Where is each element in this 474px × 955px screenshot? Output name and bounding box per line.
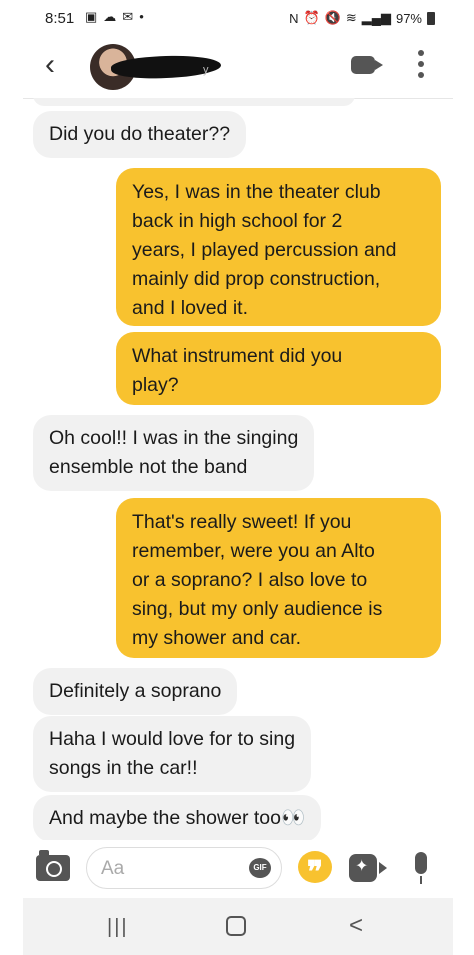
message-bubble-outgoing[interactable]: Yes, I was in the theater club back in h…: [116, 168, 441, 326]
mute-icon: 🔇: [324, 10, 341, 25]
cloud-icon: ☁: [103, 9, 117, 24]
message-bubble-incoming[interactable]: And maybe the shower too👀: [33, 795, 322, 840]
mail-icon: ✉: [122, 9, 134, 24]
alarm-icon: ⏰: [303, 10, 320, 25]
chevron-left-icon[interactable]: ‹: [45, 50, 55, 80]
kebab-menu-icon[interactable]: [418, 50, 424, 78]
wifi-icon: ≋: [345, 10, 357, 25]
quote-icon[interactable]: ❞: [298, 851, 332, 889]
message-composer: Aa GIF ❞: [23, 840, 453, 898]
message-list[interactable]: Did you do theater?? Yes, I was in the t…: [23, 98, 453, 840]
message-bubble-outgoing[interactable]: That's really sweet! If you remember, we…: [116, 498, 441, 658]
recent-apps-icon[interactable]: |||: [107, 916, 129, 939]
camera-icon[interactable]: [36, 850, 70, 881]
chat-header: ‹ y: [23, 36, 453, 99]
signal-icon: ▂▄▆: [361, 10, 391, 25]
message-bubble-outgoing[interactable]: What instrument did you play?: [116, 332, 441, 405]
status-bar: 8:51 ▣ ☁ ✉ • N ⏰ 🔇 ≋ ▂▄▆ 97%: [23, 0, 453, 36]
battery-level: 97%: [395, 10, 422, 26]
status-time: 8:51: [45, 10, 75, 27]
phone-screen: 8:51 ▣ ☁ ✉ • N ⏰ 🔇 ≋ ▂▄▆ 97% ‹ y Did you…: [23, 0, 453, 955]
nfc-icon: N: [289, 10, 299, 26]
dot-icon: •: [139, 9, 144, 24]
gif-icon[interactable]: GIF: [249, 858, 271, 878]
nav-back-icon[interactable]: <: [349, 912, 363, 940]
message-bubble-incoming[interactable]: Did you do theater??: [33, 111, 247, 158]
contact-name-visible-fragment: y: [203, 64, 209, 76]
system-nav-bar: ||| <: [23, 898, 453, 955]
gallery-icon: ▣: [85, 9, 98, 24]
message-input[interactable]: Aa GIF: [86, 847, 282, 889]
message-input-placeholder: Aa: [101, 858, 125, 879]
message-bubble-incoming[interactable]: Haha I would love for to sing songs in t…: [33, 716, 312, 792]
microphone-icon[interactable]: [415, 852, 427, 884]
message-bubble-incoming[interactable]: Oh cool!! I was in the singing ensemble …: [33, 415, 315, 491]
game-icon[interactable]: [349, 854, 387, 882]
home-icon[interactable]: [226, 916, 246, 936]
message-bubble-incoming[interactable]: Definitely a soprano: [33, 668, 238, 715]
battery-icon: [427, 11, 435, 25]
video-camera-icon[interactable]: [351, 56, 383, 74]
partially-visible-message: [33, 98, 355, 106]
